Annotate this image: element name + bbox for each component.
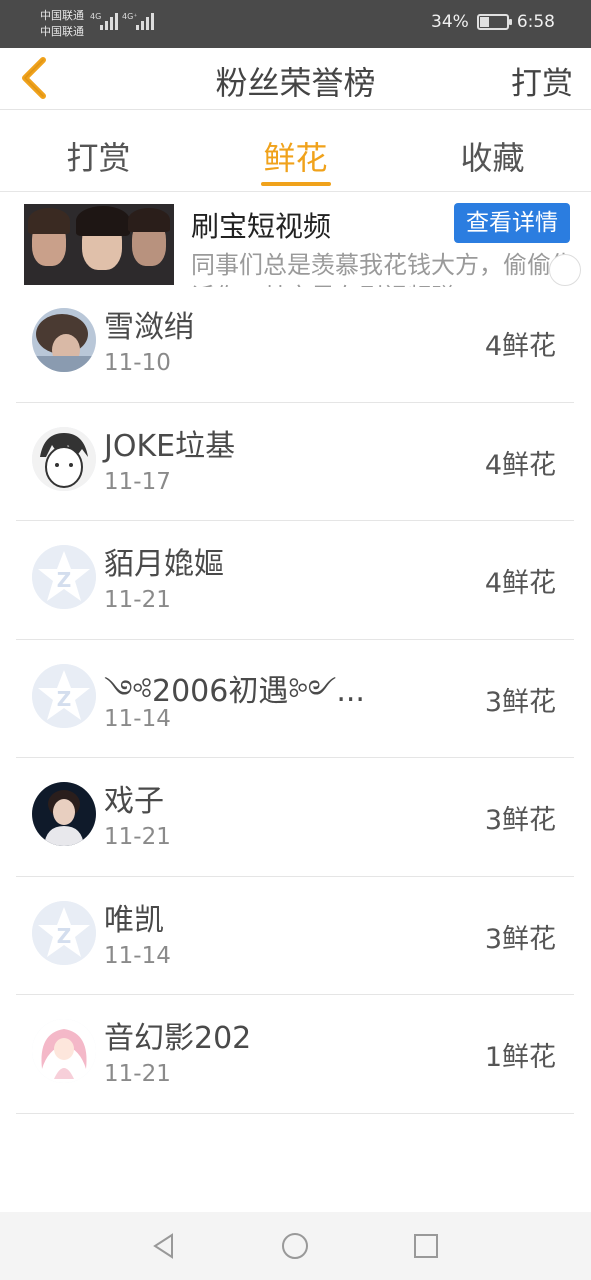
fan-name: 貊月嫓嫗 [104,547,224,582]
nav-home-button[interactable] [279,1230,311,1262]
default-avatar-icon[interactable]: Z [32,545,96,609]
signal-icon-1 [100,12,118,30]
fan-name: 戏子 [104,784,164,819]
fan-row[interactable]: Z ༺2006初遇༻... 11-14 3鲜花 [16,640,574,758]
nav-recents-button[interactable] [410,1230,442,1262]
flower-count: 3鲜花 [484,805,556,836]
clock: 6:58 [516,12,555,32]
tab-flowers-label: 鲜花 [263,139,328,177]
ad-close-button[interactable] [549,254,581,286]
avatar[interactable] [32,426,96,491]
signal-icon-2 [136,12,154,30]
ad-description: 同事们总是羡慕我花钱大方，偷偷告诉你，其实是在刷视频赚 [191,251,575,287]
tab-flowers[interactable]: 鲜花 [197,111,394,191]
title-bar: 粉丝荣誉榜 打赏 [0,48,591,110]
fan-row[interactable]: 戏子 11-21 3鲜花 [16,758,574,877]
tab-reward-label: 打赏 [66,139,131,177]
avatar[interactable] [32,782,96,846]
carrier-1: 中国联通 [40,9,84,22]
system-nav-bar [0,1212,591,1280]
flower-count: 4鲜花 [484,568,556,599]
default-avatar-icon[interactable]: Z [32,663,96,728]
nav-back-button[interactable] [148,1230,180,1262]
tab-favorites[interactable]: 收藏 [394,111,591,191]
ad-banner[interactable]: 刷宝短视频 查看详情 同事们总是羡慕我花钱大方，偷偷告诉你，其实是在刷视频赚 [0,193,591,287]
reward-button[interactable]: 打赏 [511,58,573,103]
fan-row[interactable]: 音幻影202 11-21 1鲜花 [16,995,574,1114]
tab-bar: 打赏 鲜花 收藏 [0,111,591,192]
flower-count: 3鲜花 [484,923,556,955]
fan-name: 音幻影202 [104,1021,252,1056]
fan-row[interactable]: Z 貊月嫓嫗 11-21 4鲜花 [16,521,574,640]
view-details-button[interactable]: 查看详情 [454,203,570,243]
avatar[interactable] [32,308,96,372]
active-tab-indicator [260,182,331,186]
battery-level [479,17,489,27]
flower-count: 4鲜花 [484,449,556,481]
fan-date: 11-10 [104,350,171,376]
battery-icon [476,14,512,30]
tab-reward[interactable]: 打赏 [0,111,197,191]
fan-date: 11-21 [104,1061,171,1087]
fan-row[interactable]: Z 唯凯 11-14 3鲜花 [16,877,574,995]
fan-date: 11-21 [104,824,171,850]
fan-name: JOKE垃基 [104,428,236,464]
battery-percent: 34% [431,12,469,32]
square-recents-icon [414,1234,438,1258]
circle-home-icon [282,1233,308,1259]
fan-row[interactable]: 雪潋绡 11-10 4鲜花 [16,284,574,403]
ad-thumbnail [24,204,174,285]
fan-name: 雪潋绡 [104,310,194,345]
carrier-2: 中国联通 [40,25,84,38]
ad-title: 刷宝短视频 [191,210,332,243]
avatar[interactable] [32,1019,96,1083]
page-title: 粉丝荣誉榜 [215,64,376,102]
fan-date: 11-14 [104,705,171,732]
fan-date: 11-17 [104,468,171,495]
fan-name: 唯凯 [104,902,164,938]
flower-count: 1鲜花 [484,1042,556,1073]
default-avatar-icon[interactable]: Z [32,900,96,965]
triangle-back-icon [153,1233,173,1259]
status-bar: 中国联通 中国联通 4G 4G⁺ 34% 6:58 [0,0,591,48]
tab-favorites-label: 收藏 [460,139,525,177]
fan-date: 11-21 [104,587,171,613]
flower-count: 4鲜花 [484,331,556,362]
fan-list: 雪潋绡 11-10 4鲜花 JOKE垃基 11-17 4鲜花 Z 貊月嫓嫗 11-21 4鲜花 Z ༺… [16,284,574,1114]
status-right: 34% 6:58 [431,12,555,32]
flower-count: 3鲜花 [484,686,556,718]
svg-text:Z: Z [57,924,72,948]
fan-date: 11-14 [104,942,171,969]
svg-text:Z: Z [57,568,72,592]
svg-text:Z: Z [57,687,72,711]
fan-row[interactable]: JOKE垃基 11-17 4鲜花 [16,403,574,521]
carrier-labels: 中国联通 中国联通 [40,8,84,40]
